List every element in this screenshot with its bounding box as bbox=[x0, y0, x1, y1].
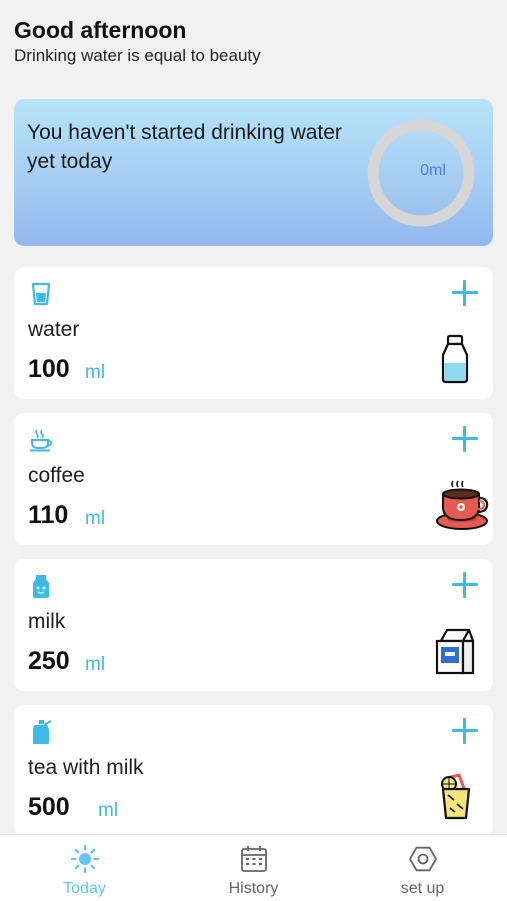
milk-bottle-icon bbox=[33, 575, 49, 598]
tab-set-up[interactable]: set up bbox=[338, 835, 507, 901]
add-water-button[interactable] bbox=[449, 277, 481, 309]
greeting-header: Good afternoon Drinking water is equal t… bbox=[14, 15, 261, 67]
sun-icon bbox=[70, 844, 100, 874]
drink-card-coffee: coffee 110 ml bbox=[14, 413, 493, 545]
settings-hexagon-icon bbox=[409, 846, 437, 872]
drink-card-tea-with-milk: tea with milk 500 ml bbox=[14, 705, 493, 837]
daily-summary-message: You haven't started drinking water yet t… bbox=[27, 121, 342, 173]
tab-today[interactable]: Today bbox=[0, 835, 169, 901]
drink-unit: ml bbox=[98, 800, 119, 821]
progress-ring-label: 0ml bbox=[420, 162, 446, 179]
drink-name: water bbox=[28, 318, 80, 341]
lemon-tea-icon bbox=[441, 773, 471, 820]
drink-unit: ml bbox=[85, 508, 106, 529]
drink-amount: 100 bbox=[28, 355, 70, 383]
drink-amount: 250 bbox=[28, 647, 70, 675]
tea-bottle-icon bbox=[33, 720, 52, 744]
tab-history[interactable]: History bbox=[169, 835, 338, 901]
greeting-title: Good afternoon bbox=[14, 17, 187, 43]
bottom-tab-bar: Today History set up bbox=[0, 834, 507, 901]
water-bottle-icon bbox=[441, 334, 469, 384]
hot-coffee-icon bbox=[436, 480, 489, 530]
drink-unit: ml bbox=[85, 362, 106, 383]
glass-icon bbox=[31, 282, 51, 306]
drink-card-water: water 100 ml bbox=[14, 267, 493, 399]
tab-history-label: History bbox=[228, 880, 279, 897]
drink-name: milk bbox=[28, 610, 66, 633]
drink-unit: ml bbox=[85, 654, 106, 675]
drink-amount: 110 bbox=[28, 501, 69, 529]
drink-card-milk: milk 250 ml bbox=[14, 559, 493, 691]
milk-carton-icon bbox=[435, 628, 475, 675]
add-tea-with-milk-button[interactable] bbox=[449, 715, 481, 747]
daily-summary-banner: You haven't started drinking water yet t… bbox=[14, 99, 493, 246]
add-milk-button[interactable] bbox=[449, 569, 481, 601]
tab-today-label: Today bbox=[63, 880, 106, 897]
calendar-icon bbox=[241, 846, 267, 872]
greeting-subtitle: Drinking water is equal to beauty bbox=[14, 46, 261, 65]
drink-amount: 500 bbox=[28, 793, 70, 821]
tab-set-up-label: set up bbox=[400, 880, 445, 897]
drink-name: tea with milk bbox=[28, 756, 144, 779]
add-coffee-button[interactable] bbox=[449, 423, 481, 455]
drink-name: coffee bbox=[28, 464, 85, 487]
coffee-cup-icon bbox=[30, 429, 53, 452]
